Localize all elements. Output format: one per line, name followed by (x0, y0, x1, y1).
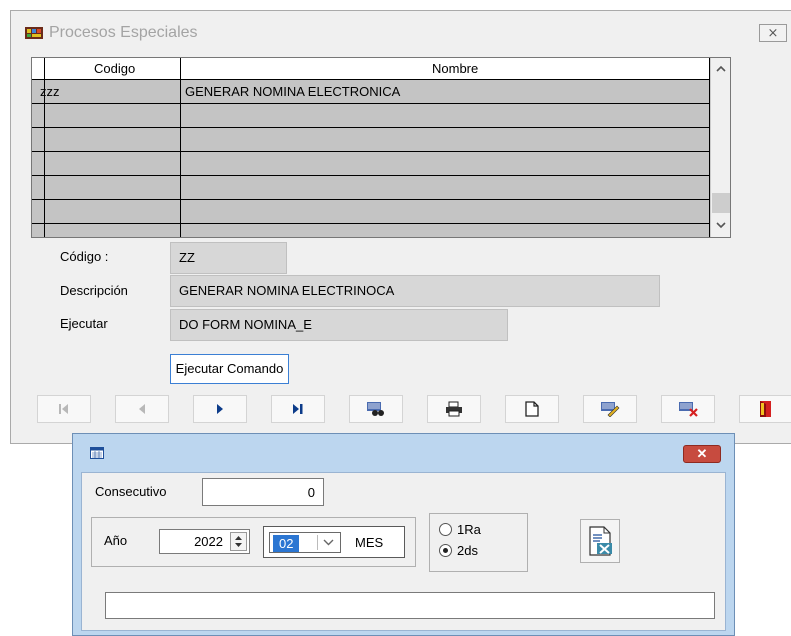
table-row[interactable] (32, 224, 710, 237)
status-input[interactable] (105, 592, 715, 619)
row-selector-divider (44, 58, 45, 237)
print-icon (446, 401, 462, 417)
quincena-groupbox: 1Ra 2ds (429, 513, 528, 572)
exit-button[interactable] (739, 395, 791, 423)
previous-record-icon (139, 404, 145, 414)
print-button[interactable] (427, 395, 481, 423)
window-title: Procesos Especiales (49, 24, 198, 41)
ejecutar-label: Ejecutar (60, 316, 108, 331)
exit-door-icon (760, 401, 771, 417)
first-record-button[interactable] (37, 395, 91, 423)
records-grid[interactable]: Codigo Nombre zzz GENERAR NOMINA ELECTRO… (31, 57, 731, 238)
mes-combobox[interactable]: 02 (269, 532, 341, 553)
scroll-down-icon[interactable] (716, 220, 726, 230)
ejecutar-field[interactable]: DO FORM NOMINA_E (170, 309, 508, 341)
radio-1ra-label: 1Ra (457, 522, 481, 537)
consecutivo-label: Consecutivo (95, 484, 167, 499)
codigo-field[interactable]: ZZ (170, 242, 287, 274)
ano-label: Año (104, 533, 128, 548)
dialog-close-button[interactable]: ✕ (683, 445, 721, 463)
last-record-icon (293, 404, 303, 414)
new-button[interactable] (505, 395, 559, 423)
search-binoculars-icon (367, 402, 384, 416)
vertical-scrollbar[interactable] (710, 58, 730, 237)
spin-up-icon[interactable] (234, 534, 243, 541)
first-record-icon (59, 404, 68, 414)
mes-dropdown-button[interactable] (317, 535, 338, 550)
search-button[interactable] (349, 395, 403, 423)
ano-spin-buttons[interactable] (230, 532, 247, 551)
excel-export-icon (589, 526, 612, 556)
edit-button[interactable] (583, 395, 637, 423)
cell-codigo: zzz (40, 84, 60, 99)
ano-spinner[interactable]: 2022 (159, 529, 250, 554)
table-row[interactable] (32, 152, 710, 176)
mes-label: MES (355, 535, 384, 550)
descripcion-field[interactable]: GENERAR NOMINA ELECTRINOCA (170, 275, 660, 307)
form-window-icon (90, 447, 104, 459)
grid-header: Codigo Nombre (32, 58, 710, 80)
delete-icon (679, 402, 698, 417)
edit-icon (601, 402, 620, 417)
dialog-body: Consecutivo 0 Año 2022 02 MES 1Ra 2ds (81, 472, 726, 631)
main-window: Procesos Especiales ⨯ Codigo Nombre zzz … (10, 10, 791, 444)
scroll-up-icon[interactable] (716, 64, 726, 74)
chevron-down-icon (323, 539, 334, 546)
close-button[interactable]: ⨯ (759, 24, 787, 42)
column-header-codigo[interactable]: Codigo (94, 61, 135, 76)
main-titlebar: Procesos Especiales ⨯ (11, 11, 791, 47)
periodo-groupbox: Año 2022 02 MES (91, 517, 416, 567)
scroll-thumb[interactable] (712, 193, 730, 213)
new-document-icon (525, 401, 539, 417)
ejecutar-comando-button[interactable]: Ejecutar Comando (170, 354, 289, 384)
table-row[interactable] (32, 176, 710, 200)
table-row[interactable] (32, 104, 710, 128)
navigation-toolbar (31, 395, 791, 423)
mes-field-frame: 02 MES (263, 526, 405, 558)
codigo-label: Código : (60, 249, 109, 264)
previous-record-button[interactable] (115, 395, 169, 423)
table-row[interactable]: zzz GENERAR NOMINA ELECTRONICA (32, 80, 710, 104)
radio-1ra[interactable] (439, 523, 452, 536)
consecutivo-input[interactable]: 0 (202, 478, 324, 506)
radio-2ds[interactable] (439, 544, 452, 557)
column-header-nombre[interactable]: Nombre (432, 61, 478, 76)
app-icon (25, 27, 43, 39)
last-record-button[interactable] (271, 395, 325, 423)
spin-down-icon[interactable] (234, 542, 243, 549)
delete-button[interactable] (661, 395, 715, 423)
table-row[interactable] (32, 128, 710, 152)
mes-selected-value: 02 (273, 535, 300, 552)
consecutivo-dialog: ✕ Consecutivo 0 Año 2022 02 MES 1Ra 2ds (72, 433, 735, 636)
next-record-button[interactable] (193, 395, 247, 423)
next-record-icon (217, 404, 223, 414)
column-divider (180, 58, 181, 237)
descripcion-label: Descripción (60, 283, 128, 298)
ano-value: 2022 (194, 534, 223, 549)
radio-2ds-label: 2ds (457, 543, 478, 558)
export-excel-button[interactable] (580, 519, 620, 563)
table-row[interactable] (32, 200, 710, 224)
cell-nombre: GENERAR NOMINA ELECTRONICA (185, 84, 401, 99)
